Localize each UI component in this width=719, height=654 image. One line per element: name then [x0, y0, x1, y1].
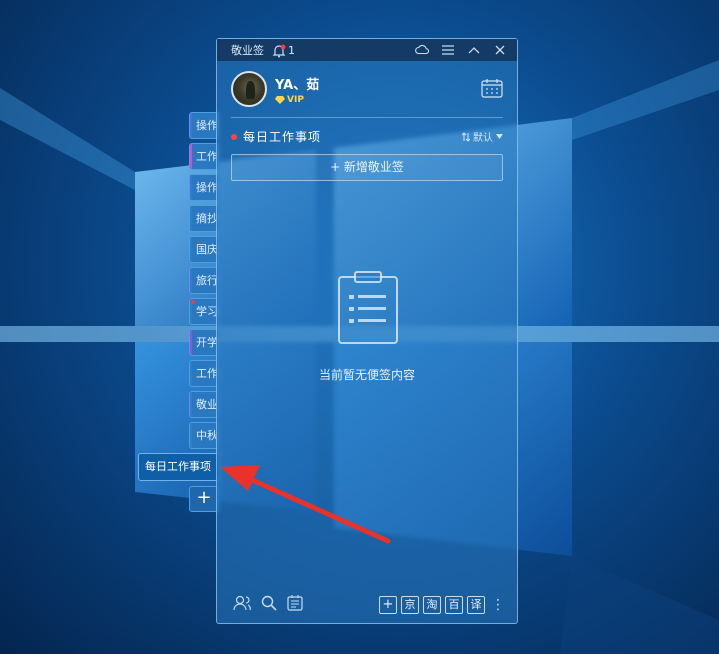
sort-dropdown[interactable]: 默认: [462, 129, 503, 144]
chevron-down-icon: [496, 134, 503, 139]
category-tab-label: 国庆: [196, 243, 218, 256]
category-tab-label: 工作: [196, 367, 218, 380]
list-header: 每日工作事项 默认: [231, 128, 503, 145]
notes-list-icon[interactable]: [287, 595, 303, 615]
user-name: YA、茹: [275, 77, 320, 93]
more-options-icon[interactable]: ⋮: [491, 598, 505, 612]
empty-state-text: 当前暂无便签内容: [318, 368, 415, 382]
category-tab-label: 操作: [196, 181, 218, 194]
category-tab-label: 工作: [196, 150, 218, 163]
contacts-icon[interactable]: [233, 595, 251, 615]
list-title: 每日工作事项: [243, 130, 322, 144]
category-tab[interactable]: 操作: [189, 174, 219, 201]
vip-badge: VIP: [275, 95, 319, 105]
diamond-icon: [275, 95, 285, 104]
user-profile[interactable]: YA、茹 VIP: [231, 71, 319, 107]
bell-icon[interactable]: [272, 43, 286, 58]
search-icon[interactable]: [261, 595, 277, 615]
category-tab-label: 摘抄: [196, 212, 218, 225]
category-tab[interactable]: 学习: [189, 298, 219, 325]
add-tool-button[interactable]: +: [379, 596, 397, 614]
collapse-up-icon[interactable]: [467, 43, 481, 57]
divider: [231, 117, 503, 118]
tab-color-marker: [190, 175, 192, 200]
category-tab[interactable]: 国庆: [189, 236, 219, 263]
notification-count: 1: [288, 43, 295, 57]
tab-color-marker: [190, 361, 192, 386]
category-tab-label: 开学: [196, 336, 218, 349]
close-icon[interactable]: [493, 43, 507, 57]
tab-color-marker: [190, 423, 192, 448]
category-tab[interactable]: 旅行: [189, 267, 219, 294]
category-tab-label: 敬业: [196, 398, 218, 411]
category-tab-label: 学习: [196, 305, 218, 318]
tab-color-marker: [190, 206, 192, 231]
unread-dot: [191, 300, 195, 304]
baidu-shortcut-button[interactable]: 百: [445, 596, 463, 614]
empty-clipboard-icon: [337, 271, 399, 345]
tab-color-marker: [190, 237, 192, 262]
category-tab[interactable]: 工作: [189, 143, 219, 170]
tab-color-marker: [190, 392, 192, 417]
tab-daily-work-active[interactable]: 每日工作事项: [138, 453, 220, 481]
bottom-toolbar: + 京 淘 百 译 ⋮: [217, 587, 517, 623]
category-tab[interactable]: 工作: [189, 360, 219, 387]
tab-color-marker: [190, 268, 192, 293]
category-tab[interactable]: 操作: [189, 112, 219, 139]
category-tab-label: 操作: [196, 119, 218, 132]
jd-shortcut-button[interactable]: 京: [401, 596, 419, 614]
title-bar: 敬业签 1: [217, 39, 517, 61]
category-tab[interactable]: 开学: [189, 329, 219, 356]
list-color-dot: [231, 133, 237, 140]
menu-icon[interactable]: [441, 43, 455, 57]
tab-color-marker: [190, 113, 192, 138]
category-tab-label: 中秋: [196, 429, 218, 442]
taobao-shortcut-button[interactable]: 淘: [423, 596, 441, 614]
cloud-sync-icon[interactable]: [415, 43, 429, 57]
add-category-button[interactable]: +: [189, 486, 219, 512]
annotation-arrow-icon: [220, 465, 391, 544]
calendar-icon[interactable]: [481, 78, 503, 98]
tab-color-marker: [190, 330, 192, 355]
tab-color-marker: [190, 144, 192, 169]
avatar[interactable]: [231, 71, 267, 107]
category-tab-label: 旅行: [196, 274, 218, 287]
app-title: 敬业签: [231, 44, 264, 57]
category-tab[interactable]: 摘抄: [189, 205, 219, 232]
sort-label: 默认: [473, 133, 493, 144]
sort-icon: [462, 131, 470, 142]
category-tab[interactable]: 敬业: [189, 391, 219, 418]
category-tab[interactable]: 中秋: [189, 422, 219, 449]
add-note-button[interactable]: + 新增敬业签: [231, 154, 503, 181]
translate-shortcut-button[interactable]: 译: [467, 596, 485, 614]
